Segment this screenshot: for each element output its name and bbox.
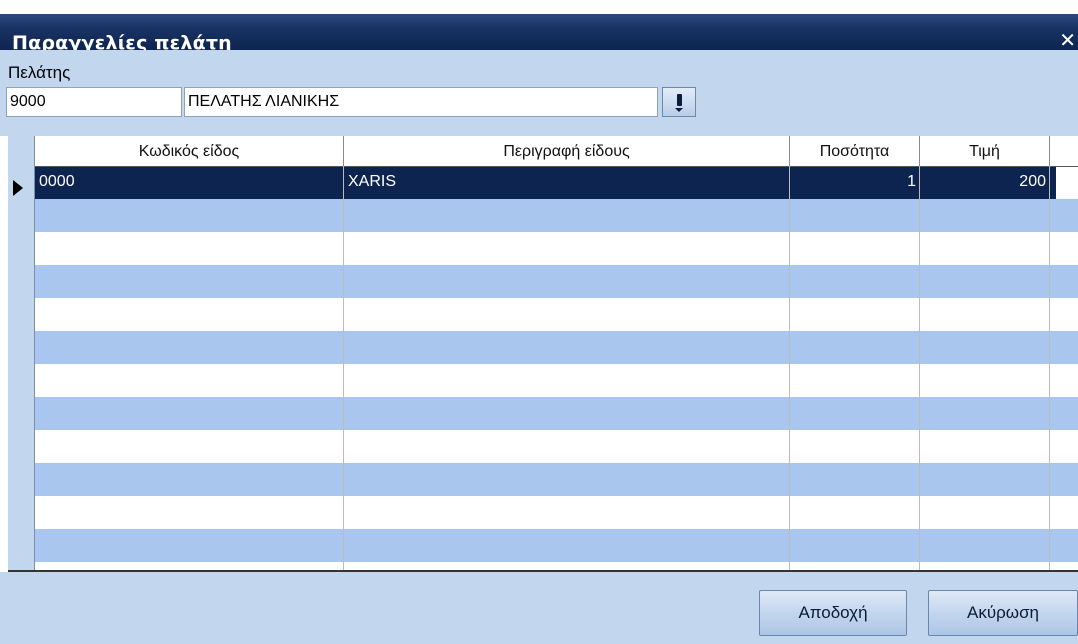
close-icon[interactable]: ✕ xyxy=(1059,28,1076,52)
customer-code-field[interactable]: 9000 xyxy=(6,87,182,117)
cell-code[interactable]: 0000 xyxy=(35,167,344,199)
grid-empty-area xyxy=(1056,167,1078,199)
table-row-empty[interactable] xyxy=(35,463,1078,496)
table-row-empty[interactable] xyxy=(35,199,1078,232)
cell-description[interactable]: XARIS xyxy=(344,167,790,199)
row-header-column xyxy=(8,136,35,572)
table-row-empty[interactable] xyxy=(35,298,1078,331)
customer-lookup-button[interactable] xyxy=(662,87,696,117)
cell-price[interactable]: 200 xyxy=(920,167,1050,199)
table-row-empty[interactable] xyxy=(35,496,1078,529)
accept-button[interactable]: Αποδοχή xyxy=(759,590,907,636)
column-divider xyxy=(919,166,920,572)
cell-quantity[interactable]: 1 xyxy=(790,167,920,199)
column-header-code[interactable]: Κωδικός είδος xyxy=(35,136,344,166)
table-row-empty[interactable] xyxy=(35,364,1078,397)
table-row[interactable]: 0000 XARIS 1 200 xyxy=(35,167,1078,199)
table-row-empty[interactable] xyxy=(35,397,1078,430)
table-row-empty[interactable] xyxy=(35,529,1078,562)
top-strip xyxy=(0,0,1078,14)
grid-header: Κωδικός είδος Περιγραφή είδους Ποσότητα … xyxy=(35,136,1078,167)
column-header-price[interactable]: Τιμή xyxy=(920,136,1050,166)
table-row-empty[interactable] xyxy=(35,331,1078,364)
column-divider xyxy=(1049,166,1050,572)
customer-label: Πελάτης xyxy=(8,63,71,82)
customer-name-field[interactable]: ΠΕΛΑΤΗΣ ΛΙΑΝΙΚΗΣ xyxy=(184,87,658,117)
column-header-quantity[interactable]: Ποσότητα xyxy=(790,136,920,166)
cancel-button[interactable]: Ακύρωση xyxy=(928,590,1078,636)
table-row-empty[interactable] xyxy=(35,430,1078,463)
column-header-description[interactable]: Περιγραφή είδους xyxy=(344,136,790,166)
customer-form: Πελάτης 9000 ΠΕΛΑΤΗΣ ΛΙΑΝΙΚΗΣ xyxy=(0,50,1078,136)
table-row-empty[interactable] xyxy=(35,232,1078,265)
title-bar[interactable]: Παραγγελίες πελάτη ✕ xyxy=(0,14,1078,54)
lookup-dropdown-icon xyxy=(677,94,682,106)
customer-orders-window: Παραγγελίες πελάτη ✕ Πελάτης 9000 ΠΕΛΑΤΗ… xyxy=(0,0,1078,644)
row-pointer-icon xyxy=(13,180,23,196)
table-row-empty[interactable] xyxy=(35,265,1078,298)
column-divider xyxy=(789,166,790,572)
order-lines-grid[interactable]: Κωδικός είδος Περιγραφή είδους Ποσότητα … xyxy=(8,136,1078,572)
lookup-arrow-icon xyxy=(675,108,683,112)
column-divider xyxy=(343,166,344,572)
button-bar xyxy=(0,572,1078,644)
